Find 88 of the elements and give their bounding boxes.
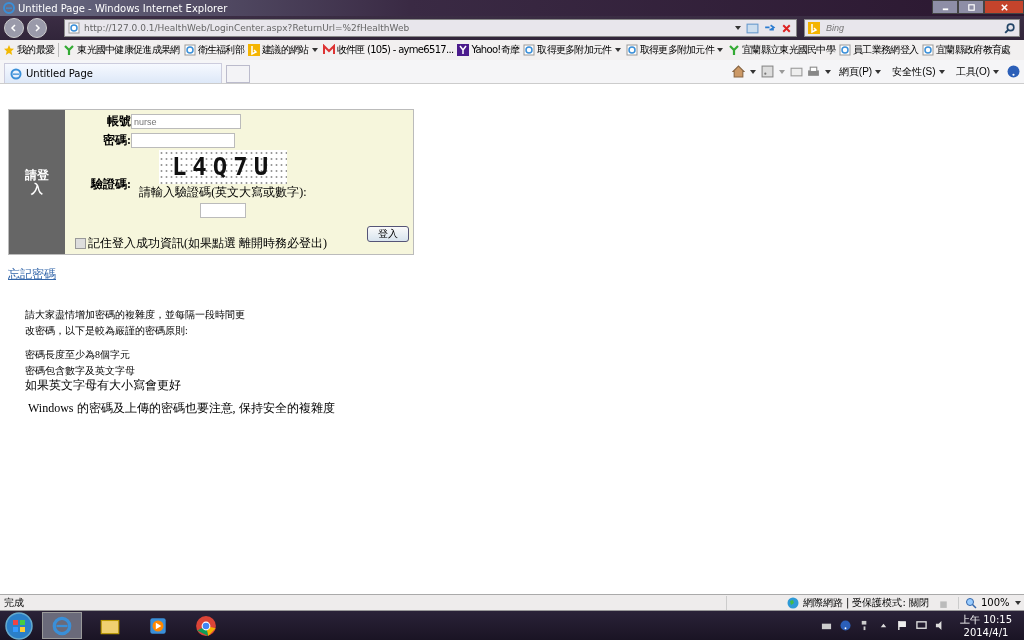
- caret-icon: [1013, 598, 1022, 607]
- command-menu[interactable]: 安全性(S): [889, 64, 949, 79]
- favorites-link[interactable]: 取得更多附加元件: [625, 43, 725, 57]
- captcha-label: 驗證碼:: [89, 175, 131, 193]
- back-button[interactable]: [4, 18, 24, 38]
- caret-icon[interactable]: [823, 67, 832, 76]
- favorites-link[interactable]: 衛生福利部: [183, 43, 245, 57]
- note-text: 請大家盡情增加密碼的複雜度，並每隔一段時間更: [25, 308, 245, 322]
- favorites-link[interactable]: 宜蘭縣政府教育處: [922, 43, 1011, 57]
- clock-date: 2014/4/1: [963, 625, 1009, 639]
- captcha-image: L4Q7U: [159, 150, 287, 184]
- note-text: Windows 的密碼及上傳的密碼也要注意, 保持安全的複雜度: [27, 400, 335, 417]
- favorites-link[interactable]: 宜蘭縣立東光國民中學: [728, 43, 836, 57]
- help-icon[interactable]: [840, 620, 851, 631]
- note-text: 密碼長度至少為8個字元: [25, 348, 130, 362]
- note-text: 密碼包含數字及英文字母: [25, 364, 135, 378]
- login-button[interactable]: 登入: [367, 226, 409, 242]
- bing-icon: [248, 44, 261, 56]
- account-field[interactable]: nurse: [131, 114, 241, 129]
- yahoo-icon: [457, 44, 470, 56]
- minimize-button[interactable]: [932, 0, 958, 14]
- search-field[interactable]: Bing: [824, 22, 999, 34]
- caret-icon: [310, 46, 319, 54]
- note-text: 改密碼，以下是較為嚴謹的密碼原則:: [25, 324, 188, 338]
- maximize-icon: [966, 2, 976, 12]
- remember-checkbox[interactable]: [75, 238, 86, 249]
- bing-icon: [808, 22, 820, 34]
- forgot-password-link[interactable]: 忘記密碼: [8, 266, 56, 283]
- browser-icon: [3, 2, 15, 14]
- page-icon: [523, 44, 536, 56]
- caret-icon: [937, 67, 946, 76]
- clock-time: 上午 10:15: [960, 612, 1012, 626]
- magnifier-icon: [965, 596, 977, 609]
- login-heading: 請登入: [24, 167, 50, 197]
- caret-icon: [874, 67, 883, 76]
- captcha-field[interactable]: [200, 203, 246, 218]
- help-icon[interactable]: [1007, 65, 1020, 78]
- caret-icon[interactable]: [734, 24, 742, 32]
- flag-icon[interactable]: [897, 620, 908, 631]
- favorites-link[interactable]: 我的最愛: [3, 43, 55, 57]
- home-icon[interactable]: [731, 65, 745, 78]
- remember-label: 記住登入成功資訊(如果點選 離開時務必登出): [88, 235, 327, 252]
- caret-icon: [613, 46, 622, 54]
- url-text: http://127.0.0.1/HealthWeb/LoginCenter.aspx?ReturnUrl=%2fHealthWeb: [84, 23, 410, 33]
- favorites-link[interactable]: Yahoo!奇摩: [457, 43, 520, 57]
- favorites-link[interactable]: 東光國中健康促進成果網: [63, 43, 180, 57]
- page-icon: [68, 22, 80, 34]
- favorites-link[interactable]: 取得更多附加元件: [523, 43, 622, 57]
- address-field[interactable]: http://127.0.0.1/HealthWeb/LoginCenter.aspx?ReturnUrl=%2fHealthWeb: [64, 19, 797, 37]
- zone-text: 網際網路 | 受保護模式: 關閉: [802, 595, 929, 610]
- favorites-link[interactable]: 收件匣 (105) - ayme6517...: [322, 43, 454, 57]
- window-title: Untitled Page - Windows Internet Explorer: [18, 2, 228, 14]
- password-field[interactable]: [131, 133, 235, 148]
- clock[interactable]: 上午 10:15 2014/4/1: [960, 612, 1012, 639]
- search-icon[interactable]: [1003, 21, 1016, 35]
- favorites-link[interactable]: 建議的網站: [248, 43, 319, 57]
- page-icon: [839, 44, 852, 56]
- forward-button[interactable]: [27, 18, 47, 38]
- note-text: 如果英文字母有大小寫會更好: [25, 378, 181, 392]
- caret-icon[interactable]: [748, 67, 757, 76]
- monitor-icon[interactable]: [916, 620, 927, 631]
- browser-icon: [51, 614, 73, 637]
- round-logo-icon: [195, 614, 217, 637]
- caret-icon: [716, 46, 725, 54]
- account-label: 帳號: [106, 113, 131, 130]
- close-icon: [999, 2, 1009, 12]
- search-box[interactable]: Bing: [804, 19, 1020, 37]
- plant-icon: [728, 44, 741, 56]
- globe-icon: [786, 596, 799, 609]
- page-icon: [183, 44, 196, 56]
- captcha-prompt: 請輸入驗證碼(英文大寫或數字):: [139, 184, 307, 201]
- browser-icon: [10, 67, 22, 80]
- command-menu[interactable]: 工具(O): [952, 64, 1003, 79]
- start-button[interactable]: [4, 610, 34, 640]
- plant-icon: [63, 44, 76, 56]
- page-icon: [625, 44, 638, 56]
- command-menu[interactable]: 網頁(P): [835, 64, 886, 79]
- zoom-control[interactable]: 100%: [958, 596, 1020, 609]
- status-text: 完成: [4, 595, 24, 610]
- printer-icon[interactable]: [806, 65, 820, 78]
- maximize-button[interactable]: [958, 0, 984, 14]
- browser-tab[interactable]: Untitled Page: [4, 63, 222, 83]
- star-icon: [3, 44, 15, 56]
- page-icon: [922, 44, 935, 56]
- favorites-link[interactable]: 員工業務網登入: [839, 43, 919, 57]
- caret-icon: [992, 67, 1000, 76]
- password-label: 密碼:: [102, 132, 131, 149]
- close-button[interactable]: [984, 0, 1024, 14]
